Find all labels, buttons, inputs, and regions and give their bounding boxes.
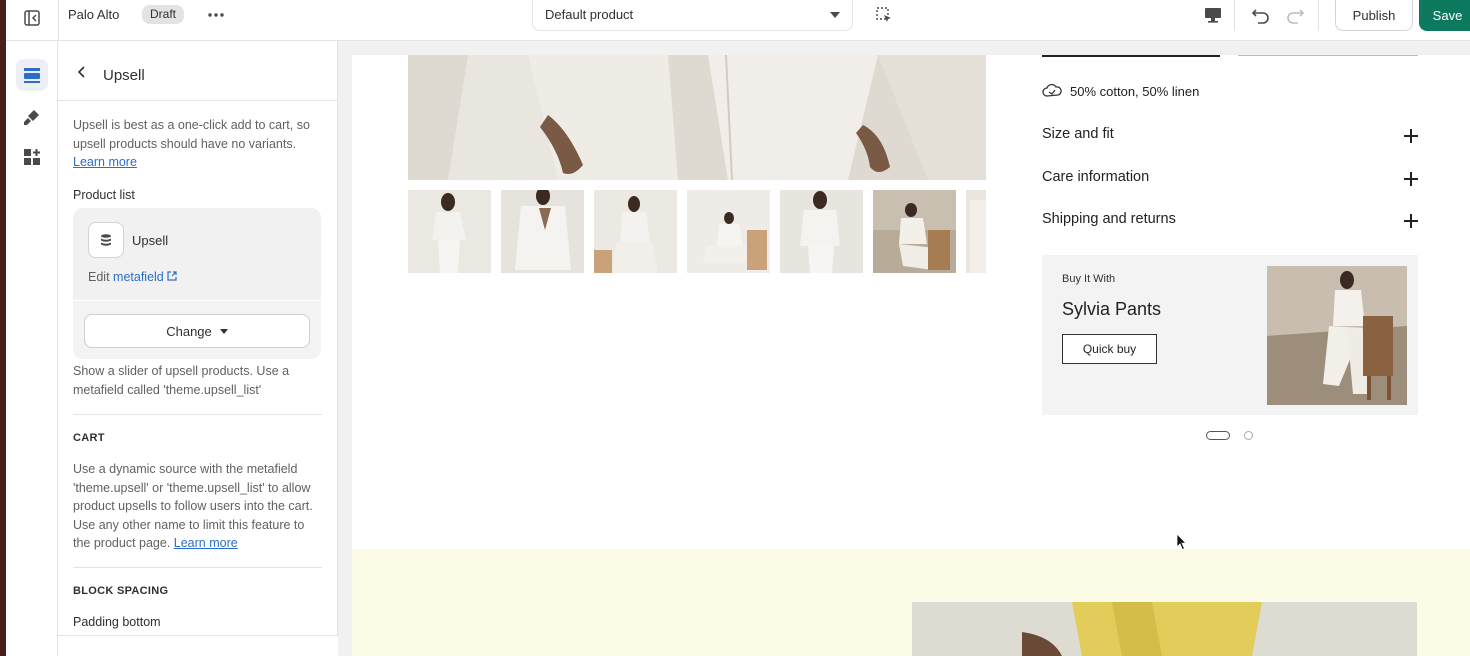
accordion-label: Size and fit — [1042, 126, 1114, 142]
variant-option[interactable] — [1238, 55, 1418, 56]
product-thumbnail[interactable] — [780, 190, 863, 273]
template-select-value: Default product — [545, 7, 634, 22]
panel-header: Upsell — [58, 41, 338, 101]
edit-prefix: Edit — [88, 270, 110, 284]
more-actions-icon[interactable] — [204, 6, 228, 24]
material-feature: 50% cotton, 50% linen — [1042, 81, 1199, 101]
plus-icon — [1404, 214, 1418, 228]
plus-icon — [1404, 172, 1418, 186]
block-spacing-heading: BLOCK SPACING — [73, 585, 169, 597]
accordion-care-information[interactable]: Care information — [1042, 169, 1418, 193]
upsell-description-text: Upsell is best as a one-click add to car… — [73, 118, 310, 151]
upsell-product-title[interactable]: Sylvia Pants — [1062, 299, 1161, 320]
redo-icon[interactable] — [1282, 3, 1308, 27]
exit-icon[interactable] — [20, 6, 44, 30]
apps-blocks-icon[interactable] — [16, 141, 48, 173]
desktop-preview-icon[interactable] — [1200, 4, 1226, 26]
product-list-item: Upsell Edit metafield — [73, 208, 321, 300]
metafield-link[interactable]: metafield — [113, 270, 164, 284]
divider — [73, 300, 321, 301]
learn-more-link[interactable]: Learn more — [73, 155, 137, 169]
divider — [1318, 0, 1319, 31]
product-list-label: Product list — [73, 188, 135, 202]
settings-panel: Upsell Upsell is best as a one-click add… — [58, 41, 338, 656]
chevron-down-icon — [830, 12, 840, 18]
product-thumbnail[interactable] — [594, 190, 677, 273]
divider — [73, 414, 322, 415]
database-icon — [88, 222, 124, 258]
change-button[interactable]: Change — [84, 314, 310, 348]
divider — [73, 567, 322, 568]
external-link-icon — [167, 271, 177, 281]
divider — [58, 0, 59, 41]
upsell-card: Buy It With Sylvia Pants Quick buy — [1042, 255, 1418, 415]
product-thumbnail[interactable] — [408, 190, 491, 273]
storefront-canvas: 50% cotton, 50% linen Size and fit Care … — [352, 55, 1470, 656]
caret-down-icon — [219, 328, 228, 334]
product-thumbnail[interactable] — [966, 190, 986, 273]
panel-title: Upsell — [103, 67, 145, 84]
publish-button[interactable]: Publish — [1335, 0, 1413, 31]
product-main-image[interactable] — [408, 55, 986, 180]
accordion-label: Care information — [1042, 169, 1150, 185]
editor-topbar: Palo Alto Draft Default product Publish … — [6, 0, 1470, 41]
mouse-cursor-icon — [1176, 533, 1187, 551]
undo-icon[interactable] — [1248, 3, 1274, 27]
upsell-description: Upsell is best as a one-click add to car… — [73, 116, 323, 172]
inspector-icon[interactable] — [872, 4, 896, 26]
theme-name: Palo Alto — [68, 7, 120, 22]
accordion-shipping-and-returns[interactable]: Shipping and returns — [1042, 211, 1418, 235]
edit-metafield-link[interactable]: Edit metafield — [88, 270, 177, 284]
back-arrow-icon[interactable] — [72, 63, 90, 81]
product-thumbnail[interactable] — [501, 190, 584, 273]
accordion-label: Shipping and returns — [1042, 211, 1176, 227]
divider — [1234, 0, 1235, 31]
section-image — [912, 602, 1417, 656]
preview-frame: 50% cotton, 50% linen Size and fit Care … — [338, 41, 1470, 656]
product-thumbnail[interactable] — [687, 190, 770, 273]
sections-icon[interactable] — [16, 59, 48, 91]
change-button-label: Change — [166, 323, 212, 339]
product-list-card: Upsell Edit metafield Change — [73, 208, 321, 359]
slider-help-text: Show a slider of upsell products. Use a … — [73, 364, 290, 397]
status-badge: Draft — [142, 5, 185, 24]
cart-learn-more-link[interactable]: Learn more — [174, 536, 238, 550]
variant-option-selected[interactable] — [1042, 55, 1220, 57]
carousel-dot[interactable] — [1244, 431, 1253, 440]
cloud-icon — [1042, 83, 1062, 97]
padding-bottom-label: Padding bottom — [73, 615, 161, 629]
plus-icon — [1404, 129, 1418, 143]
save-button[interactable]: Save — [1419, 0, 1470, 31]
theme-settings-brush-icon[interactable] — [16, 101, 48, 133]
product-name: Upsell — [132, 233, 169, 248]
carousel-dot-active[interactable] — [1206, 431, 1230, 440]
template-select[interactable]: Default product — [532, 0, 853, 31]
material-text: 50% cotton, 50% linen — [1070, 83, 1200, 99]
sidebar-rail — [6, 41, 58, 656]
quick-buy-button[interactable]: Quick buy — [1062, 334, 1157, 364]
panel-footer — [58, 635, 338, 656]
cart-description: Use a dynamic source with the metafield … — [73, 460, 323, 553]
next-section — [352, 549, 1470, 656]
upsell-kicker: Buy It With — [1062, 273, 1116, 285]
product-thumbnail[interactable] — [873, 190, 956, 273]
cart-heading: CART — [73, 432, 105, 444]
accordion-size-and-fit[interactable]: Size and fit — [1042, 126, 1418, 150]
upsell-product-image[interactable] — [1267, 266, 1407, 405]
